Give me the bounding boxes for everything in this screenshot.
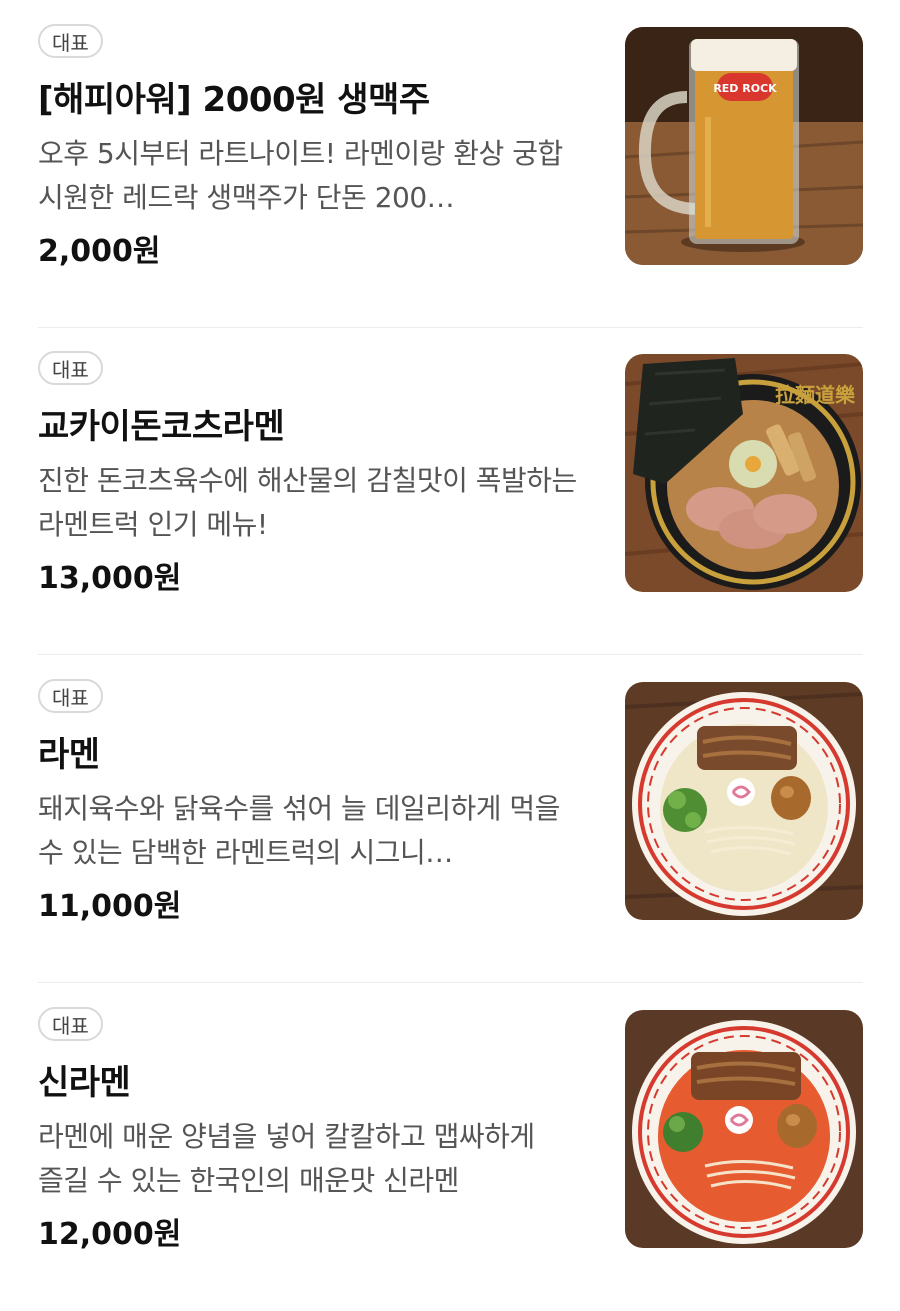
signature-badge: 대표 xyxy=(38,679,103,713)
menu-item-draft-beer[interactable]: 대표 [해피아워] 2000원 생맥주 오후 5시부터 라트나이트! 라멘이랑 … xyxy=(0,0,900,328)
menu-item-name: 신라멘 xyxy=(38,1063,131,1103)
menu-item-price: 2,000원 xyxy=(38,234,161,269)
menu-list: 대표 [해피아워] 2000원 생맥주 오후 5시부터 라트나이트! 라멘이랑 … xyxy=(0,0,900,1286)
menu-item-name: [해피아워] 2000원 생맥주 xyxy=(38,80,430,120)
menu-item-description: 진한 돈코츠육수에 해산물의 감칠맛이 폭발하는 라멘트럭 인기 메뉴! xyxy=(38,464,577,541)
menu-item-price: 12,000원 xyxy=(38,1217,182,1252)
draft-beer-photo: RED ROCK xyxy=(625,27,863,265)
gyokai-ramen-photo: 拉麵道樂 xyxy=(625,354,863,592)
menu-item-shin-ramen[interactable]: 대표 신라멘 라멘에 매운 양념을 넣어 칼칼하고 맵싸하게 즐길 수 있는 한… xyxy=(0,983,900,1311)
menu-item-gyokai-tonkotsu-ramen[interactable]: 대표 교카이돈코츠라멘 진한 돈코츠육수에 해산물의 감칠맛이 폭발하는 라멘트… xyxy=(0,327,900,655)
menu-item-description: 돼지육수와 닭육수를 섞어 늘 데일리하게 먹을 수 있는 담백한 라멘트럭의 … xyxy=(38,792,560,869)
signature-badge: 대표 xyxy=(38,24,103,58)
menu-item-description: 오후 5시부터 라트나이트! 라멘이랑 환상 궁합 시원한 레드락 생맥주가 단… xyxy=(38,137,563,214)
menu-item-description: 라멘에 매운 양념을 넣어 칼칼하고 맵싸하게 즐길 수 있는 한국인의 매운맛… xyxy=(38,1120,535,1197)
menu-item-name: 교카이돈코츠라멘 xyxy=(38,407,285,447)
menu-item-name: 라멘 xyxy=(38,735,100,775)
beer-logo-text: RED ROCK xyxy=(713,82,777,95)
signature-badge: 대표 xyxy=(38,351,103,385)
signature-badge: 대표 xyxy=(38,1007,103,1041)
shin-ramen-photo xyxy=(625,1010,863,1248)
bowl-lettering: 拉麵道樂 xyxy=(775,383,856,407)
menu-item-price: 11,000원 xyxy=(38,889,182,924)
ramen-photo xyxy=(625,682,863,920)
menu-item-price: 13,000원 xyxy=(38,561,182,596)
menu-item-ramen[interactable]: 대표 라멘 돼지육수와 닭육수를 섞어 늘 데일리하게 먹을 수 있는 담백한 … xyxy=(0,655,900,983)
